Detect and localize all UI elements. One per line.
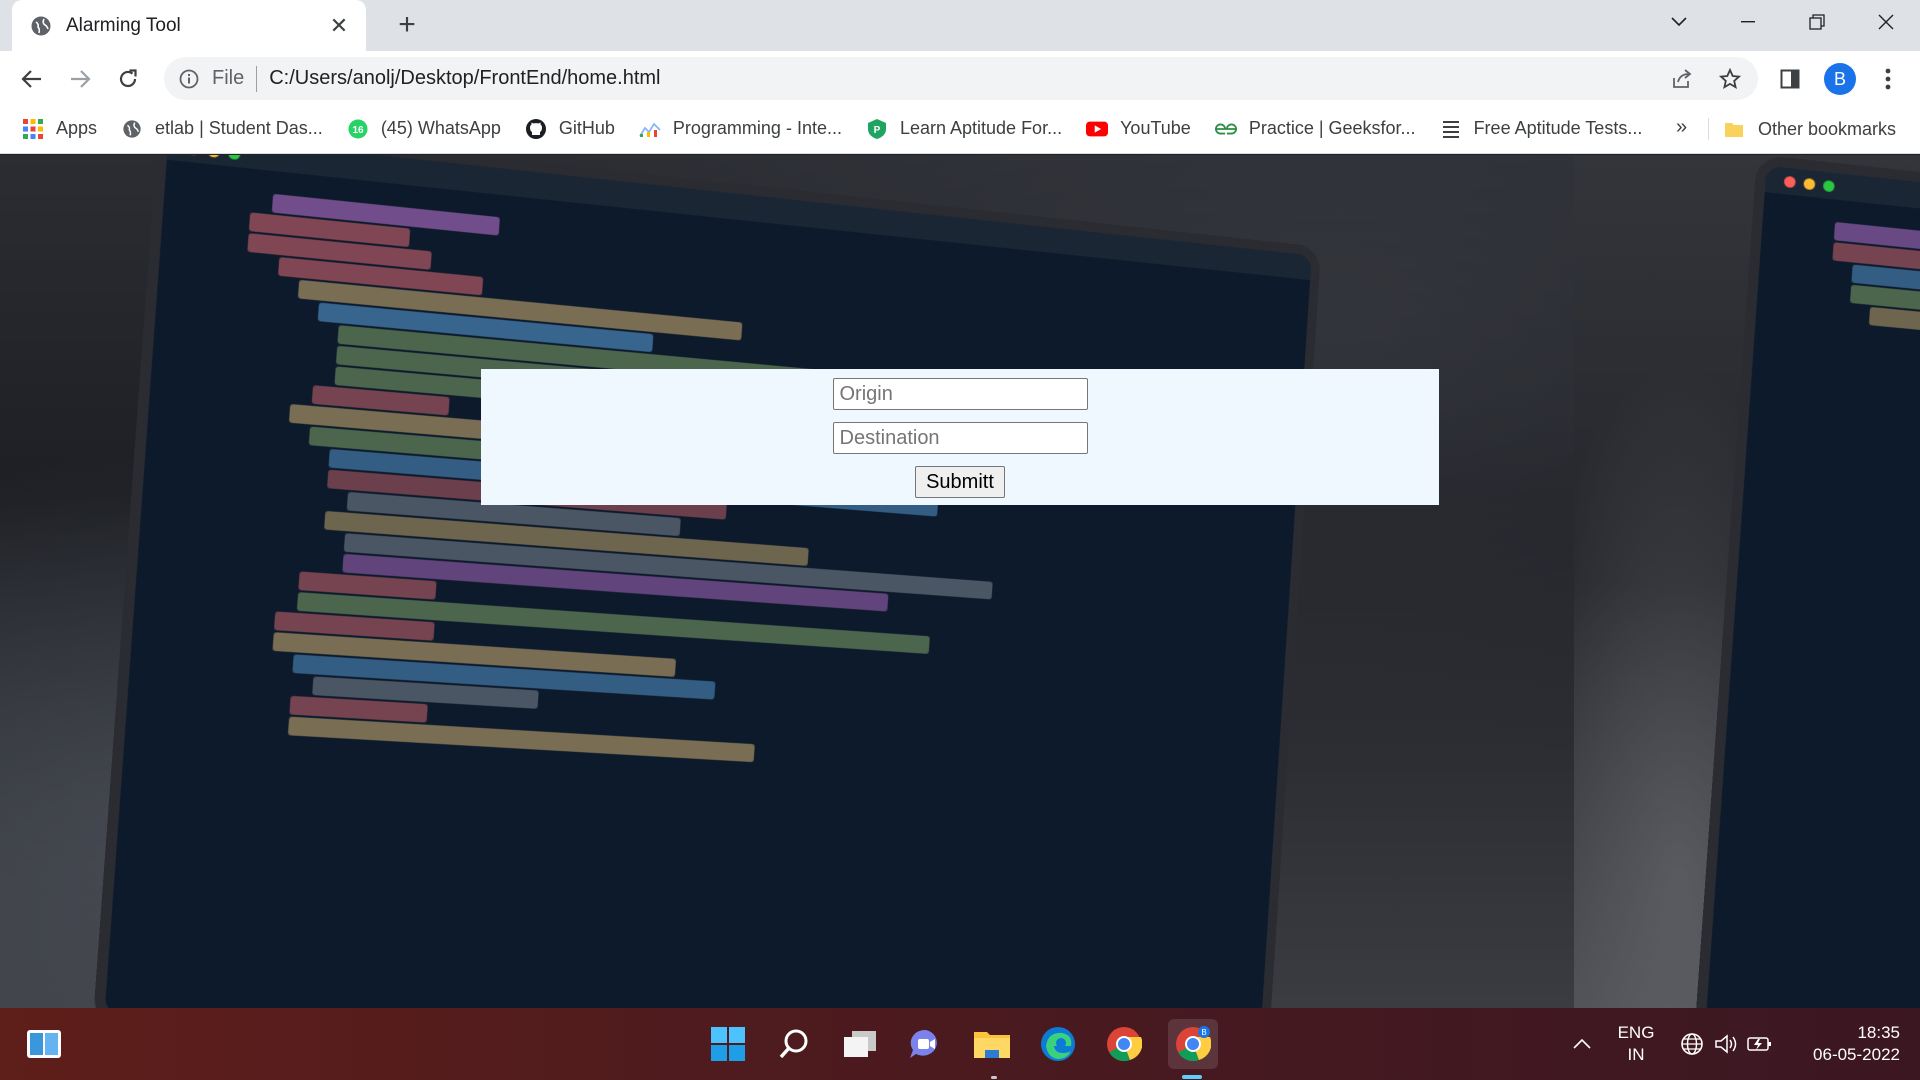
laptop-photo [93, 155, 1322, 1008]
browser-tab[interactable]: Alarming Tool ✕ [12, 0, 366, 51]
active-app-indicator [1182, 1075, 1202, 1079]
bookmark-label: Learn Aptitude For... [900, 118, 1062, 139]
url-separator [256, 66, 257, 92]
bookmark-free-aptitude[interactable]: Free Aptitude Tests... [1440, 118, 1643, 140]
bookmark-label: GitHub [559, 118, 615, 139]
bookmark-github[interactable]: GitHub [525, 118, 615, 140]
globe-icon [30, 15, 52, 37]
bookmark-geeksforgeeks[interactable]: Practice | Geeksfor... [1215, 118, 1416, 140]
svg-text:B: B [1201, 1028, 1206, 1037]
whatsapp-badge: 16 [352, 125, 364, 136]
url-text[interactable]: C:/Users/anolj/Desktop/FrontEnd/home.htm… [269, 67, 1662, 90]
globe-icon [121, 118, 143, 140]
start-windows-icon[interactable] [706, 1022, 750, 1066]
reload-icon[interactable] [110, 61, 146, 97]
input-language[interactable]: ENG IN [1614, 1022, 1658, 1066]
address-bar[interactable]: File C:/Users/anolj/Desktop/FrontEnd/hom… [164, 57, 1758, 100]
tab-strip: Alarming Tool ✕ + [0, 0, 1920, 51]
battery-charging-icon[interactable] [1740, 1022, 1780, 1066]
edge-icon[interactable] [1036, 1022, 1080, 1066]
background-image-tile [1574, 155, 1920, 1008]
more-bookmarks-chevron[interactable]: » [1676, 116, 1687, 139]
task-view-icon[interactable] [838, 1022, 882, 1066]
side-panel-icon[interactable] [1772, 61, 1808, 97]
chevron-up-icon[interactable] [1562, 1022, 1602, 1066]
taskbar: B ENG IN 18:35 06-05-2022 [0, 1008, 1920, 1080]
share-icon[interactable] [1662, 59, 1702, 99]
system-clock[interactable]: 18:35 06-05-2022 [1790, 1022, 1900, 1066]
background-image [0, 155, 1574, 1008]
github-icon [525, 118, 547, 140]
bookmark-label: YouTube [1120, 118, 1191, 139]
chart-icon [639, 118, 661, 140]
window-controls [1644, 0, 1920, 44]
tab-title: Alarming Tool [66, 15, 326, 37]
back-arrow-icon[interactable] [14, 61, 50, 97]
list-icon [1440, 118, 1462, 140]
bookmark-apps[interactable]: Apps [22, 118, 97, 140]
close-tab-icon[interactable]: ✕ [326, 13, 352, 39]
folder-icon [1724, 118, 1746, 140]
bookmark-youtube[interactable]: YouTube [1086, 118, 1191, 140]
shield-icon: P [866, 118, 888, 140]
apps-grid-icon [22, 118, 44, 140]
bookmark-learn-aptitude[interactable]: P Learn Aptitude For... [866, 118, 1062, 140]
bookmark-label: etlab | Student Das... [155, 118, 323, 139]
bookmark-whatsapp[interactable]: 16 (45) WhatsApp [347, 118, 501, 140]
tab-search-icon[interactable] [1644, 0, 1713, 44]
url-scheme: File [212, 67, 244, 90]
bookmark-label: Free Aptitude Tests... [1474, 118, 1643, 139]
code-lines [1754, 192, 1920, 390]
profile-avatar[interactable]: B [1822, 61, 1858, 97]
avatar: B [1824, 63, 1856, 95]
menu-kebab-icon[interactable] [1870, 61, 1906, 97]
other-bookmarks-label: Other bookmarks [1758, 119, 1896, 140]
forward-arrow-icon[interactable] [62, 61, 98, 97]
bookmark-label: Programming - Inte... [673, 118, 842, 139]
browser-toolbar: File C:/Users/anolj/Desktop/FrontEnd/hom… [0, 51, 1920, 104]
new-tab-button[interactable]: + [390, 8, 424, 42]
route-form: Submitt [481, 369, 1439, 505]
bookmark-etlab[interactable]: etlab | Student Das... [121, 118, 323, 140]
bookmark-label: Practice | Geeksfor... [1249, 118, 1416, 139]
other-bookmarks[interactable]: Other bookmarks [1724, 104, 1896, 154]
language-code: ENG [1614, 1022, 1658, 1044]
bookmarks-divider [1708, 118, 1709, 140]
file-explorer-icon[interactable] [970, 1022, 1014, 1066]
svg-text:P: P [874, 125, 881, 136]
geeksforgeeks-icon [1215, 118, 1237, 140]
laptop-photo [1694, 155, 1920, 1008]
bookmark-programming[interactable]: Programming - Inte... [639, 118, 842, 140]
region-code: IN [1614, 1044, 1658, 1066]
clock-time: 18:35 [1790, 1022, 1900, 1044]
bookmark-label: (45) WhatsApp [381, 118, 501, 139]
chrome-icon[interactable] [1102, 1022, 1146, 1066]
widgets-icon[interactable] [22, 1022, 66, 1066]
chrome-profile-b-icon[interactable]: B [1168, 1019, 1218, 1069]
submit-button[interactable]: Submitt [915, 466, 1005, 498]
bookmark-star-icon[interactable] [1710, 59, 1750, 99]
origin-input[interactable] [833, 378, 1088, 410]
search-icon[interactable] [772, 1022, 816, 1066]
whatsapp-icon: 16 [347, 118, 369, 140]
clock-date: 06-05-2022 [1790, 1044, 1900, 1066]
close-window-button[interactable] [1851, 0, 1920, 44]
bookmarks-bar: Apps etlab | Student Das... 16 (45) What… [0, 104, 1920, 154]
destination-input[interactable] [833, 422, 1088, 454]
info-icon[interactable] [178, 68, 200, 90]
minimize-button[interactable] [1713, 0, 1782, 44]
running-indicator [991, 1076, 997, 1079]
restore-button[interactable] [1782, 0, 1851, 44]
teams-chat-icon[interactable] [904, 1022, 948, 1066]
youtube-icon [1086, 118, 1108, 140]
page-viewport: Submitt [0, 155, 1920, 1008]
bookmark-label: Apps [56, 118, 97, 139]
